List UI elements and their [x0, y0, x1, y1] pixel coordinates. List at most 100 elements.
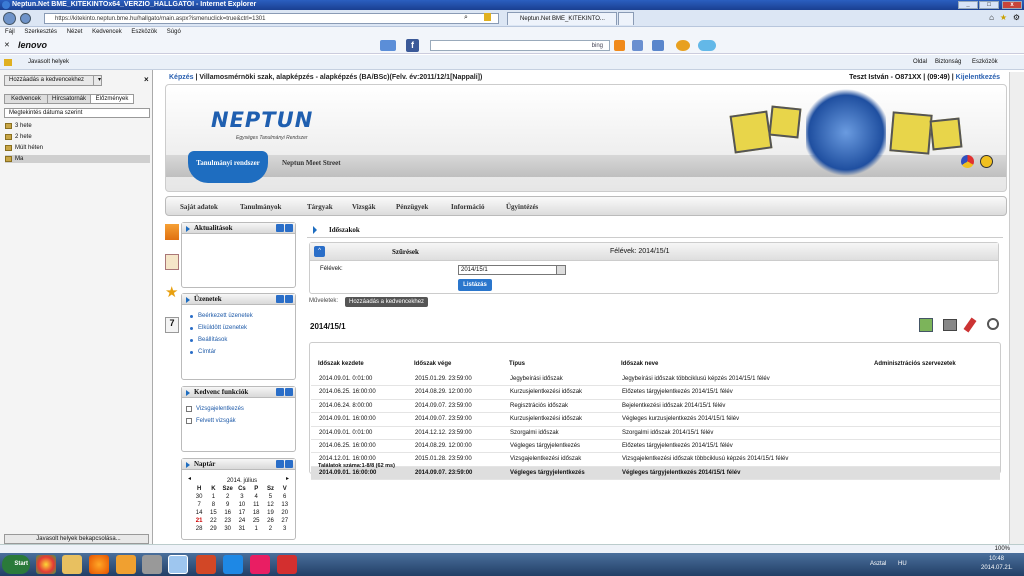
- firefox-icon[interactable]: [89, 555, 109, 574]
- calendar-day[interactable]: 6: [278, 493, 292, 501]
- language-icon[interactable]: [961, 155, 974, 168]
- fav-checkbox[interactable]: [186, 418, 192, 424]
- gear-icon[interactable]: ⚙: [1013, 13, 1020, 22]
- widget-close-icon[interactable]: [285, 295, 293, 303]
- table-row[interactable]: 2014.06.25. 16:00:00 2014.08.29. 12:00:00…: [311, 440, 1000, 454]
- search-icon[interactable]: ⌕: [464, 14, 468, 22]
- new-tab[interactable]: [618, 12, 634, 25]
- acrobat-icon[interactable]: [277, 555, 297, 574]
- close-button[interactable]: x: [1002, 1, 1022, 9]
- search-go-icon[interactable]: [614, 40, 625, 51]
- add-to-favorites-button[interactable]: Hozzáadás a kedvencekhez: [345, 297, 429, 307]
- skype-icon[interactable]: [698, 40, 716, 51]
- calendar-day[interactable]: 17: [235, 509, 249, 517]
- minimize-button[interactable]: _: [958, 1, 978, 9]
- mail-icon[interactable]: [380, 40, 396, 51]
- print-icon[interactable]: [943, 319, 957, 331]
- tab-neptun[interactable]: Neptun.Net BME_KITEKINTO...: [507, 12, 617, 25]
- tab-favorites[interactable]: Kedvencek: [4, 94, 48, 104]
- add-favorite-button[interactable]: Hozzáadás a kedvencekhez: [4, 75, 94, 86]
- calendar-day[interactable]: 28: [192, 525, 206, 533]
- calendar-day[interactable]: 14: [192, 509, 206, 517]
- calendar-day[interactable]: 5: [263, 493, 277, 501]
- cmd-tools[interactable]: Eszközök: [972, 55, 998, 70]
- calendar-day[interactable]: 15: [206, 509, 220, 517]
- zoom-icon[interactable]: [987, 318, 999, 330]
- radiation-icon[interactable]: [980, 155, 993, 168]
- scrollbar[interactable]: [1009, 72, 1024, 544]
- ie-alt-icon[interactable]: [223, 555, 243, 574]
- menu-file[interactable]: Fájl: [5, 29, 15, 35]
- table-row[interactable]: 2014.06.25. 16:00:00 2014.08.29. 12:00:00…: [311, 386, 1000, 400]
- table-row[interactable]: 2014.09.01. 0:01:00 2015.01.29. 23:59:00 J…: [311, 373, 1000, 387]
- calendar-day[interactable]: 4: [249, 493, 263, 501]
- calendar-day[interactable]: 1: [249, 525, 263, 533]
- col-type[interactable]: Típus: [509, 361, 525, 367]
- widget-close-icon[interactable]: [285, 460, 293, 468]
- logout-link[interactable]: Kijelentkezés: [956, 74, 1000, 81]
- felvett-vizsgak-link[interactable]: Felvett vizsgák: [196, 418, 236, 424]
- toolbar-close-icon[interactable]: ✕: [4, 41, 10, 49]
- calendar-day[interactable]: 24: [235, 517, 249, 525]
- table-row[interactable]: 2014.09.01. 16:00:00 2014.09.07. 23:59:00…: [311, 466, 1000, 481]
- calendar-day[interactable]: 20: [278, 509, 292, 517]
- calendar-day[interactable]: 1: [206, 493, 220, 501]
- calendar-icon[interactable]: 7: [165, 317, 179, 333]
- zoom-level[interactable]: 100%: [995, 546, 1010, 552]
- history-item[interactable]: 3 hete: [5, 122, 32, 130]
- calendar-day[interactable]: 2: [221, 493, 235, 501]
- vizsgajelentkezes-link[interactable]: Vizsgajelentkezés: [196, 406, 244, 412]
- menu-help[interactable]: Súgó: [167, 29, 181, 35]
- calendar-day[interactable]: 25: [249, 517, 263, 525]
- meet-street-link[interactable]: Neptun Meet Street: [282, 159, 341, 167]
- forward-icon[interactable]: [20, 13, 31, 24]
- table-row[interactable]: 2014.06.24. 8:00:00 2014.09.07. 23:59:00 R…: [311, 400, 1000, 414]
- menu-penzugyek[interactable]: Pénzügyek: [396, 197, 428, 217]
- calendar-day[interactable]: 31: [235, 525, 249, 533]
- calendar-day[interactable]: 3: [235, 493, 249, 501]
- crumb-label[interactable]: Képzés: [169, 74, 194, 81]
- suggested-sites-link[interactable]: Javasolt helyek: [28, 55, 69, 70]
- widget-close-icon[interactable]: [285, 388, 293, 396]
- calendar-day[interactable]: 3: [278, 525, 292, 533]
- cmd-page[interactable]: Oldal: [913, 55, 927, 70]
- calendar-day[interactable]: 26: [263, 517, 277, 525]
- calendar-day[interactable]: 22: [206, 517, 220, 525]
- menu-view[interactable]: Nézet: [67, 29, 83, 35]
- settings-link[interactable]: Beállítások: [189, 337, 227, 343]
- tanulmanyi-rendszer-button[interactable]: Tanulmányi rendszer: [188, 151, 268, 183]
- widget-help-icon[interactable]: [276, 224, 284, 232]
- menu-sajat-adatok[interactable]: Saját adatok: [180, 197, 218, 217]
- back-icon[interactable]: [3, 12, 16, 25]
- chat-icon[interactable]: [652, 40, 664, 51]
- menu-tanulmanyok[interactable]: Tanulmányok: [240, 197, 281, 217]
- widget-help-icon[interactable]: [276, 388, 284, 396]
- export-icon[interactable]: [919, 318, 933, 332]
- widget-close-icon[interactable]: [285, 224, 293, 232]
- calendar-day[interactable]: 7: [192, 501, 206, 509]
- home-icon[interactable]: ⌂: [989, 13, 994, 22]
- clock-time[interactable]: 10:48: [989, 556, 1004, 562]
- suggested-sites-button[interactable]: Javasolt helyek bekapcsolása...: [4, 534, 149, 544]
- list-button[interactable]: Listázás: [458, 279, 492, 291]
- history-item[interactable]: 2 hete: [5, 133, 32, 141]
- widget-help-icon[interactable]: [276, 460, 284, 468]
- collapse-icon[interactable]: ^: [314, 246, 325, 257]
- font-size-icon[interactable]: [165, 224, 179, 240]
- calendar-day[interactable]: 9: [221, 501, 235, 509]
- tab-feeds[interactable]: Hírcsatornák: [47, 94, 91, 104]
- felevek-select[interactable]: 2014/15/1: [458, 265, 566, 275]
- desktop-label[interactable]: Asztal: [870, 561, 886, 567]
- calendar-day[interactable]: 16: [221, 509, 235, 517]
- home-icon[interactable]: [165, 254, 179, 270]
- powerpoint-icon[interactable]: [196, 555, 216, 574]
- history-item[interactable]: Múlt héten: [5, 144, 43, 152]
- cmd-security[interactable]: Biztonság: [935, 55, 961, 70]
- calendar-day[interactable]: 11: [249, 501, 263, 509]
- menu-vizsgak[interactable]: Vizsgák: [352, 197, 375, 217]
- calendar-day[interactable]: 30: [221, 525, 235, 533]
- calendar-day[interactable]: 18: [249, 509, 263, 517]
- explorer-icon[interactable]: [62, 555, 82, 574]
- tab-history[interactable]: Előzmények: [90, 94, 134, 104]
- app-heart-icon[interactable]: [250, 555, 270, 574]
